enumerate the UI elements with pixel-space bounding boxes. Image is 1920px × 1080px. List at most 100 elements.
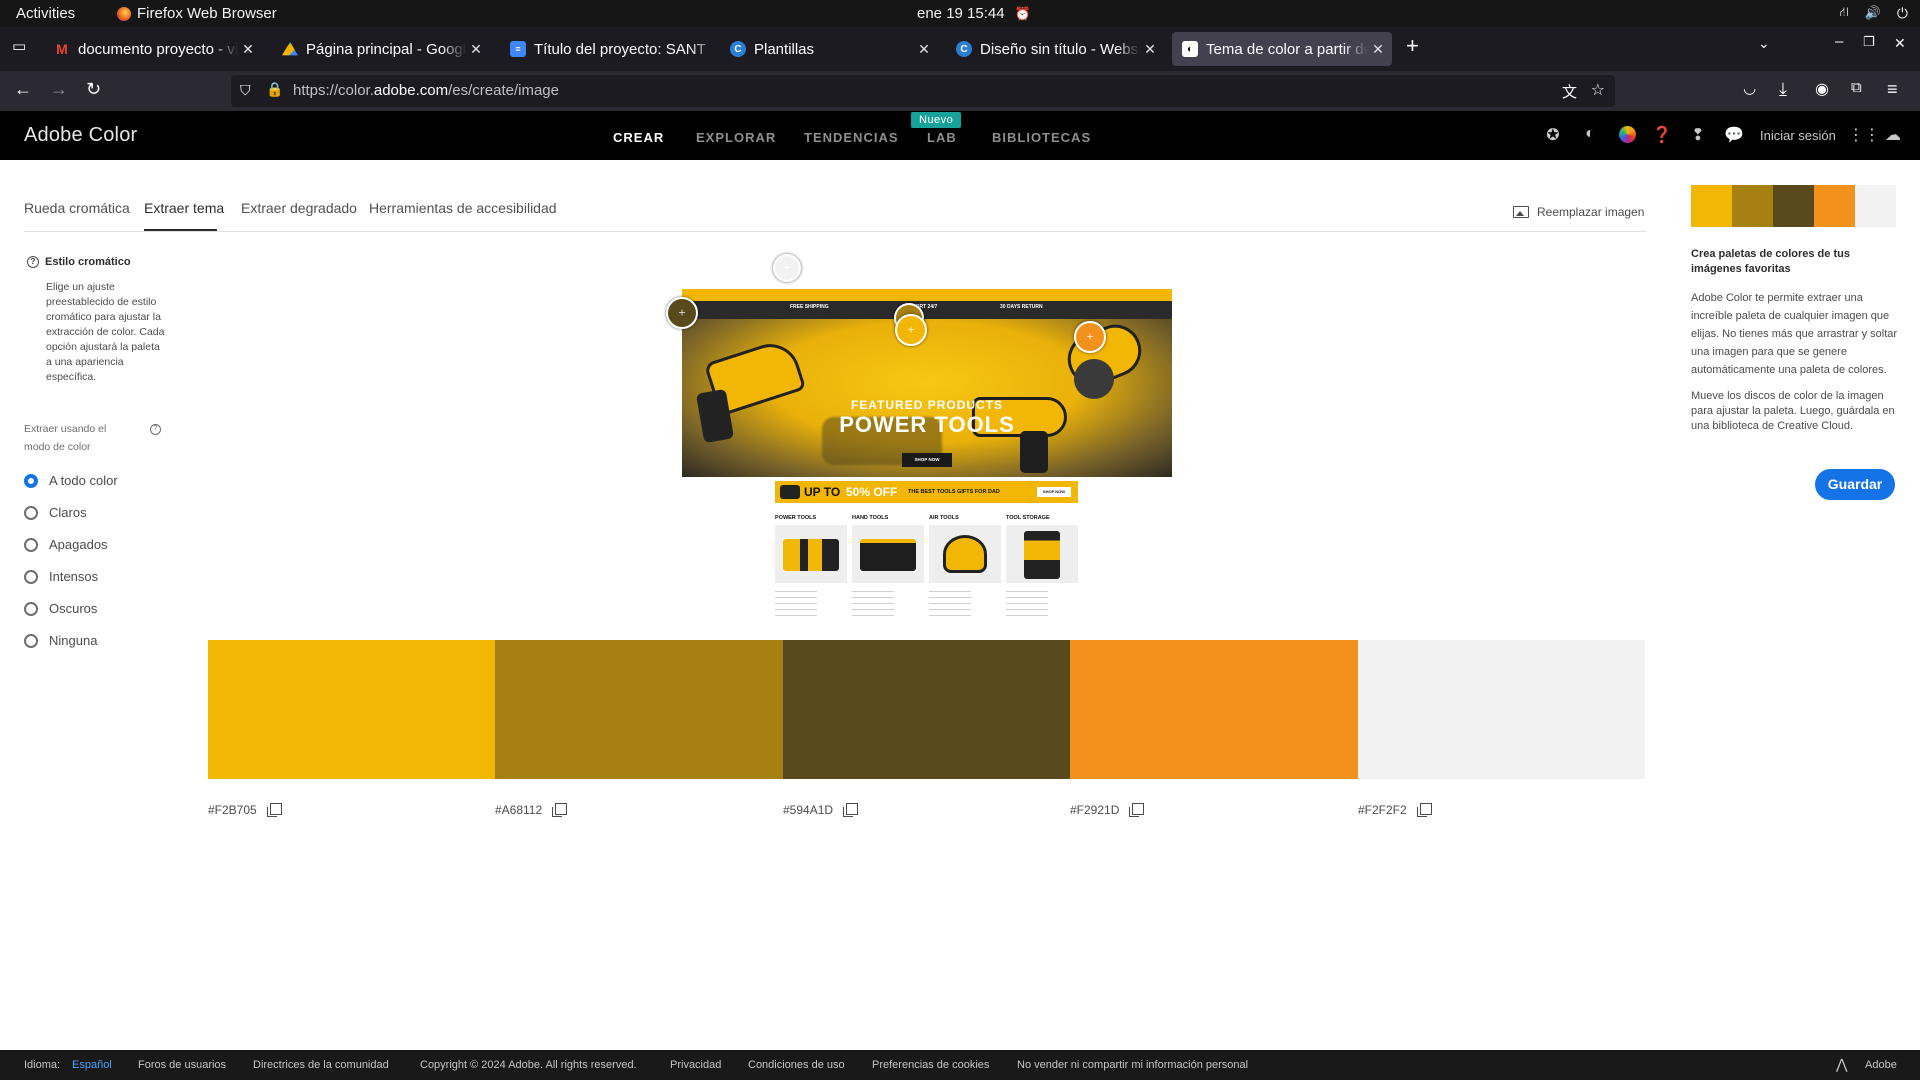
replace-image-button[interactable]: Reemplazar imagen <box>1513 205 1644 219</box>
downloads-icon[interactable]: ⤓ <box>1779 79 1787 100</box>
chat-icon[interactable]: 💬 <box>1724 125 1744 145</box>
footer-link-guidelines[interactable]: Directrices de la comunidad <box>253 1059 389 1071</box>
radio-claros[interactable]: Claros <box>24 505 87 520</box>
close-icon[interactable]: ✕ <box>238 41 258 58</box>
app-menu[interactable]: Firefox Web Browser <box>117 5 277 22</box>
tab-adobe-color[interactable]: ◐ Tema de color a partir de ✕ <box>1172 32 1392 66</box>
radio-intensos[interactable]: Intensos <box>24 569 98 584</box>
tab-canva-plantillas[interactable]: C Plantillas ✕ <box>720 32 938 66</box>
radio-apagados[interactable]: Apagados <box>24 537 108 552</box>
restore-icon[interactable]: ❐ <box>1863 34 1875 50</box>
url-text[interactable]: https://color.adobe.com/es/create/image <box>293 82 559 99</box>
tab-gmail[interactable]: M documento proyecto - vic ✕ <box>44 32 262 66</box>
color-handle-1[interactable] <box>666 297 698 329</box>
tab-list-icon[interactable]: ▭ <box>12 37 26 55</box>
back-icon[interactable]: ← <box>14 79 32 100</box>
palette-swatch-5[interactable] <box>1358 640 1645 779</box>
color-mode-info-icon[interactable]: ? <box>150 424 161 435</box>
hex-label[interactable]: #F2F2F2 <box>1358 803 1407 817</box>
new-tab-icon[interactable]: + <box>1406 33 1419 59</box>
tab-canva-diseno[interactable]: C Diseño sin título - Website ✕ <box>946 32 1164 66</box>
system-tray[interactable]: ⛙ 🔊 ⏻ <box>1840 4 1908 22</box>
footer-link-cookies[interactable]: Preferencias de cookies <box>872 1059 989 1071</box>
lock-icon[interactable]: 🔒 <box>266 81 283 98</box>
nav-bibliotecas[interactable]: BIBLIOTECAS <box>992 130 1091 145</box>
url-bar[interactable]: ⛉ 🔒 https://color.adobe.com/es/create/im… <box>231 75 1615 107</box>
palette-swatch-2[interactable] <box>495 640 783 779</box>
source-image[interactable]: FREE SHIPPING SUPPORT 24/7 30 DAYS RETUR… <box>666 254 1172 626</box>
hex-label[interactable]: #594A1D <box>783 803 833 817</box>
tab-extraer-degradado[interactable]: Extraer degradado <box>241 200 357 216</box>
star-icon[interactable]: ✪ <box>1543 125 1563 145</box>
account-icon[interactable]: ◉ <box>1815 79 1829 99</box>
adobe-footer-logo-icon[interactable]: ⋀ <box>1836 1056 1847 1073</box>
window-close-icon[interactable]: ✕ <box>1894 35 1906 52</box>
copy-icon[interactable] <box>1416 803 1432 817</box>
footer-link-forums[interactable]: Foros de usuarios <box>138 1059 226 1071</box>
forward-icon[interactable]: → <box>50 79 68 100</box>
info-icon[interactable]: ? <box>27 256 39 268</box>
footer-link-terms[interactable]: Condiciones de uso <box>748 1059 845 1071</box>
menu-icon[interactable]: ≡ <box>1887 79 1898 100</box>
sign-in-link[interactable]: Iniciar sesión <box>1760 128 1836 143</box>
help-icon[interactable]: ❓ <box>1652 125 1672 145</box>
nav-crear[interactable]: CREAR <box>613 130 664 145</box>
minimize-icon[interactable]: – <box>1835 33 1843 50</box>
bookmark-star-icon[interactable]: ☆ <box>1591 80 1605 100</box>
close-icon[interactable]: ✕ <box>1368 41 1388 58</box>
creative-cloud-icon[interactable]: ☁ <box>1883 125 1903 145</box>
adobe-footer-brand[interactable]: Adobe <box>1865 1059 1897 1071</box>
activities-button[interactable]: Activities <box>16 5 75 22</box>
translate-icon[interactable]: 文 <box>1562 81 1577 102</box>
pocket-icon[interactable]: ◡ <box>1743 79 1756 97</box>
color-handle-2[interactable] <box>773 254 801 282</box>
extensions-icon[interactable]: ⧉ <box>1851 79 1862 96</box>
close-icon[interactable]: ✕ <box>1140 41 1160 58</box>
radio-button[interactable] <box>24 633 38 648</box>
palette-swatch-1[interactable] <box>208 640 495 779</box>
hex-label[interactable]: #F2B705 <box>208 803 257 817</box>
shield-icon[interactable]: ⛉ <box>240 82 251 99</box>
radio-button[interactable] <box>24 537 38 552</box>
feedback-icon[interactable]: ❢ <box>1688 125 1708 145</box>
nav-lab[interactable]: LAB <box>927 130 957 145</box>
copy-icon[interactable] <box>1129 803 1145 817</box>
adobe-color-logo[interactable]: Adobe Color <box>24 124 137 147</box>
clock[interactable]: ene 19 15:44 ⏰ <box>917 5 1031 22</box>
copy-icon[interactable] <box>843 803 859 817</box>
save-button[interactable]: Guardar <box>1815 469 1895 500</box>
copy-icon[interactable] <box>266 803 282 817</box>
copy-icon[interactable] <box>552 803 568 817</box>
tab-drive[interactable]: Página principal - Google ✕ <box>272 32 490 66</box>
color-wheel-icon[interactable] <box>1617 125 1637 145</box>
contrast-icon[interactable]: ◐ <box>1580 125 1600 145</box>
reload-icon[interactable]: ↻ <box>86 79 101 100</box>
tab-extraer-tema[interactable]: Extraer tema <box>144 200 224 216</box>
footer-link-do-not-sell[interactable]: No vender ni compartir mi información pe… <box>1017 1059 1248 1071</box>
radio-button[interactable] <box>24 569 38 584</box>
tab-docs[interactable]: ≡ Título del proyecto: SANT <box>500 32 718 66</box>
nav-tendencias[interactable]: TENDENCIAS <box>804 130 899 145</box>
list-all-tabs-icon[interactable]: ⌄ <box>1758 35 1770 52</box>
palette-swatch-3[interactable] <box>783 640 1070 779</box>
radio-a-todo-color[interactable]: A todo color <box>24 473 118 488</box>
radio-button[interactable] <box>24 505 38 520</box>
close-icon[interactable]: ✕ <box>466 41 486 58</box>
color-handle-5[interactable] <box>895 314 927 346</box>
palette-swatch-4[interactable] <box>1070 640 1358 779</box>
close-icon[interactable]: ✕ <box>914 41 934 58</box>
radio-oscuros[interactable]: Oscuros <box>24 601 97 616</box>
radio-ninguna[interactable]: Ninguna <box>24 633 97 648</box>
radio-button[interactable] <box>24 601 38 616</box>
mini-swatch <box>1814 185 1855 227</box>
color-handle-4[interactable] <box>1074 321 1106 353</box>
hex-label[interactable]: #F2921D <box>1070 803 1119 817</box>
footer-link-privacy[interactable]: Privacidad <box>670 1059 721 1071</box>
hex-label[interactable]: #A68112 <box>495 803 542 817</box>
apps-grid-icon[interactable]: ⋮⋮ <box>1848 125 1880 145</box>
tab-rueda-cromatica[interactable]: Rueda cromática <box>24 200 130 216</box>
language-link[interactable]: Español <box>72 1059 112 1071</box>
tab-herramientas-accesibilidad[interactable]: Herramientas de accesibilidad <box>369 200 557 216</box>
nav-explorar[interactable]: EXPLORAR <box>696 130 776 145</box>
radio-button[interactable] <box>24 473 38 488</box>
